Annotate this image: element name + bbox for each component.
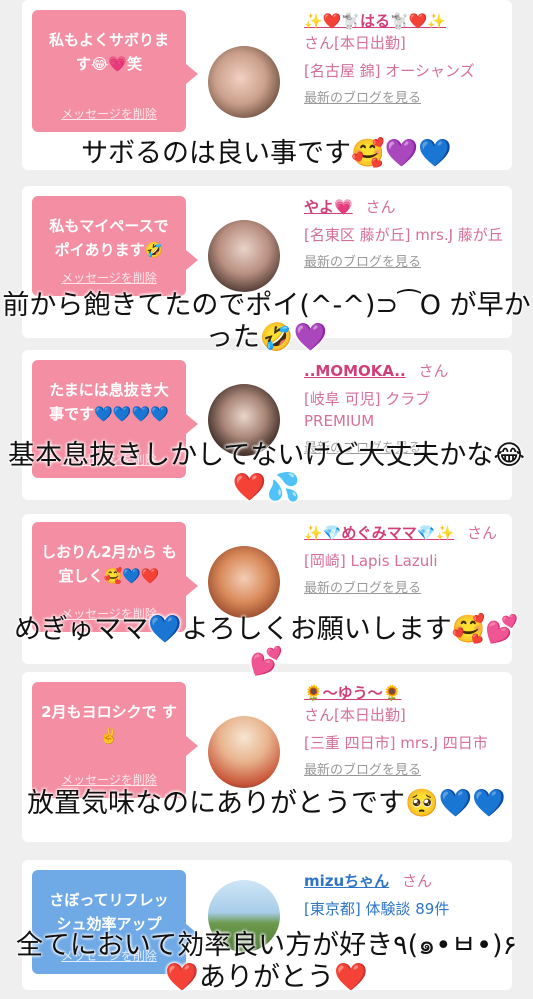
- shop-link[interactable]: [三重 四日市] mrs.J 四日市: [304, 732, 504, 754]
- profile-name-link[interactable]: ✨❤️🐩はる🐩❤️✨: [304, 12, 446, 30]
- message-text: 私もマイペースで ポイあります🤣: [49, 217, 169, 259]
- profile-name-link[interactable]: mizuちゃん: [304, 872, 389, 890]
- message-text: しおりん2月から も宜しく🥰💙❤️: [41, 543, 177, 585]
- honorific: さん: [466, 524, 497, 542]
- overlay-caption: 全てにおいて効率良い方が好き٩(๑•ㅂ•)۶❤️ありがとう❤️: [15, 930, 518, 993]
- shop-link[interactable]: [名東区 藤が丘] mrs.J 藤が丘: [304, 224, 504, 246]
- message-bubble: 2月もヨロシクで す✌️ メッセージを削除: [32, 682, 198, 798]
- profile-name-link[interactable]: ..MOMOKA..: [304, 362, 406, 380]
- honorific: さん: [365, 198, 396, 216]
- avatar[interactable]: [208, 46, 280, 118]
- message-text: 私もよくサボりま す😂💗笑: [48, 31, 169, 73]
- message-text: さぼってリフレッ シュ効率アップ: [49, 891, 169, 933]
- message-bubble: 私もよくサボりま す😂💗笑 メッセージを削除: [32, 10, 198, 132]
- message-text: 2月もヨロシクで す✌️: [41, 703, 177, 745]
- honorific: さん[本日出勤]: [304, 706, 406, 724]
- profile-name-link[interactable]: 🌻〜ゆう〜🌻: [304, 684, 401, 702]
- shop-link[interactable]: [岐阜 可児] クラブ PREMIUM: [304, 388, 504, 432]
- shop-link[interactable]: [岡崎] Lapis Lazuli: [304, 550, 504, 572]
- overlay-caption: めぎゅママ💙よろしくお願いします🥰💕💕: [13, 614, 520, 677]
- honorific: さん: [418, 362, 449, 380]
- overlay-caption: 基本息抜きしかしてないけど大丈夫かな😂❤️💦: [8, 440, 525, 503]
- honorific: さん: [401, 872, 432, 890]
- delete-message-link[interactable]: メッセージを削除: [32, 270, 186, 286]
- latest-blog-link[interactable]: 最新のブログを見る: [304, 578, 504, 600]
- overlay-caption: 放置気味なのにありがとうです🥺💙💙: [27, 788, 506, 819]
- honorific: さん[本日出勤]: [304, 34, 406, 52]
- profile-name-link[interactable]: やよ💗: [304, 198, 353, 216]
- overlay-caption: サボるのは良い事です🥰💜💙: [81, 138, 452, 169]
- message-bubble: 私もマイペースで ポイあります🤣 メッセージを削除: [32, 196, 198, 296]
- avatar[interactable]: [208, 716, 280, 788]
- avatar[interactable]: [208, 220, 280, 292]
- delete-message-link[interactable]: メッセージを削除: [32, 772, 186, 788]
- shop-link[interactable]: [東京都] 体験談 89件: [304, 898, 504, 920]
- latest-blog-link[interactable]: 最新のブログを見る: [304, 88, 504, 110]
- delete-message-link[interactable]: メッセージを削除: [32, 106, 186, 122]
- shop-link[interactable]: [名古屋 錦] オーシャンズ: [304, 60, 504, 82]
- latest-blog-link[interactable]: 最新のブログを見る: [304, 760, 504, 782]
- avatar[interactable]: [208, 546, 280, 618]
- profile-name-link[interactable]: ✨💎めぐみママ💎✨: [304, 524, 454, 542]
- latest-blog-link[interactable]: 最新のブログを見る: [304, 252, 504, 274]
- overlay-caption: 前から飽きてたのでポイ(^-^)⊃⁀O が早かった🤣💜: [2, 290, 531, 353]
- message-text: たまには息抜き大 事です💙💙💙💙: [49, 381, 169, 423]
